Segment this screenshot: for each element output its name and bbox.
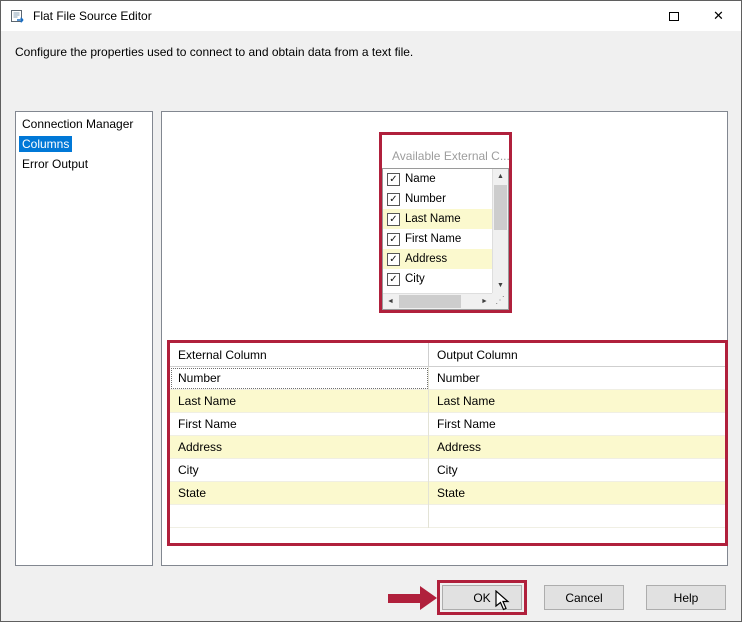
scroll-left-icon[interactable]: ◄ bbox=[383, 294, 398, 309]
sidebar-item-label: Error Output bbox=[22, 157, 89, 171]
sidebar-item-connection-manager[interactable]: Connection Manager bbox=[16, 115, 152, 135]
external-column-cell[interactable]: First Name bbox=[170, 413, 429, 436]
available-columns-grid: ✓ Name ✓ Number ✓ Last Name ✓ First Name… bbox=[382, 168, 509, 310]
horizontal-scrollbar: ◄ ► bbox=[383, 293, 492, 309]
external-column-cell[interactable]: Last Name bbox=[170, 390, 429, 413]
table-row: Last Name Last Name bbox=[170, 390, 725, 413]
column-checkbox-label: Address bbox=[405, 253, 448, 265]
checkbox-checked-icon[interactable]: ✓ bbox=[387, 272, 400, 286]
table-row: First Name First Name bbox=[170, 413, 725, 436]
checkbox-checked-icon[interactable]: ✓ bbox=[387, 172, 400, 186]
pages-list: Connection Manager Columns Error Output bbox=[15, 111, 153, 566]
external-column-cell[interactable]: State bbox=[170, 482, 429, 505]
output-column-header: Output Column bbox=[429, 343, 725, 367]
scroll-down-icon[interactable]: ▼ bbox=[493, 278, 508, 293]
scroll-right-icon[interactable]: ► bbox=[477, 294, 492, 309]
sidebar-item-label: Connection Manager bbox=[22, 117, 134, 131]
output-column-cell[interactable]: State bbox=[429, 482, 725, 505]
maximize-icon bbox=[668, 11, 679, 21]
table-row: State State bbox=[170, 482, 725, 505]
maximize-button[interactable] bbox=[651, 1, 696, 31]
table-row: Address Address bbox=[170, 436, 725, 459]
cancel-button[interactable]: Cancel bbox=[544, 585, 624, 610]
available-columns-header: Available External C... bbox=[392, 149, 509, 163]
checkbox-checked-icon[interactable]: ✓ bbox=[387, 212, 400, 226]
vertical-scrollbar-thumb[interactable] bbox=[494, 185, 507, 230]
output-column-cell[interactable]: Address bbox=[429, 436, 725, 459]
column-row-name[interactable]: ✓ Name bbox=[383, 169, 492, 189]
sidebar-item-columns[interactable]: Columns bbox=[16, 135, 152, 155]
column-checkbox-label: Name bbox=[405, 173, 436, 185]
output-column-cell[interactable]: City bbox=[429, 459, 725, 482]
output-column-cell[interactable]: Number bbox=[429, 367, 725, 390]
output-column-cell[interactable]: First Name bbox=[429, 413, 725, 436]
resize-grip-icon[interactable]: ⋰ bbox=[492, 293, 508, 309]
sidebar-item-label: Columns bbox=[19, 136, 73, 152]
available-columns-rows: ✓ Name ✓ Number ✓ Last Name ✓ First Name… bbox=[383, 169, 492, 293]
table-row: City City bbox=[170, 459, 725, 482]
flat-file-source-icon bbox=[10, 8, 26, 24]
column-row-city[interactable]: ✓ City bbox=[383, 269, 492, 289]
close-icon: ✕ bbox=[713, 8, 724, 23]
cursor-icon bbox=[495, 589, 510, 616]
ok-button[interactable]: OK bbox=[442, 585, 522, 610]
checkbox-checked-icon[interactable]: ✓ bbox=[387, 232, 400, 246]
help-button[interactable]: Help bbox=[646, 585, 726, 610]
column-mapping-table: External Column Output Column Number Num… bbox=[167, 340, 728, 546]
external-column-cell[interactable] bbox=[170, 505, 429, 528]
annotation-arrow-head bbox=[420, 586, 437, 610]
available-external-columns-list: Available External C... ✓ Name ✓ Number … bbox=[379, 132, 512, 313]
output-column-cell[interactable] bbox=[429, 505, 725, 528]
horizontal-scrollbar-thumb[interactable] bbox=[399, 295, 461, 308]
column-checkbox-label: First Name bbox=[405, 233, 462, 245]
scroll-up-icon[interactable]: ▲ bbox=[493, 169, 508, 184]
column-row-first-name[interactable]: ✓ First Name bbox=[383, 229, 492, 249]
flat-file-source-editor-dialog: Flat File Source Editor ✕ Configure the … bbox=[0, 0, 742, 622]
close-button[interactable]: ✕ bbox=[696, 1, 741, 31]
title-bar: Flat File Source Editor ✕ bbox=[1, 1, 741, 31]
column-checkbox-label: City bbox=[405, 273, 425, 285]
column-row-number[interactable]: ✓ Number bbox=[383, 189, 492, 209]
vertical-scrollbar: ▲ ▼ bbox=[492, 169, 508, 293]
checkbox-checked-icon[interactable]: ✓ bbox=[387, 252, 400, 266]
table-row: Number Number bbox=[170, 367, 725, 390]
output-column-cell[interactable]: Last Name bbox=[429, 390, 725, 413]
column-row-last-name[interactable]: ✓ Last Name bbox=[383, 209, 492, 229]
table-row-empty bbox=[170, 505, 725, 528]
column-checkbox-label: Last Name bbox=[405, 213, 461, 225]
external-column-cell[interactable]: Address bbox=[170, 436, 429, 459]
external-column-cell[interactable]: Number bbox=[170, 367, 429, 390]
dialog-description: Configure the properties used to connect… bbox=[15, 45, 414, 59]
column-checkbox-label: Number bbox=[405, 193, 446, 205]
checkbox-checked-icon[interactable]: ✓ bbox=[387, 192, 400, 206]
external-column-header: External Column bbox=[170, 343, 429, 367]
window-title: Flat File Source Editor bbox=[33, 9, 152, 23]
sidebar-item-error-output[interactable]: Error Output bbox=[16, 155, 152, 175]
external-column-cell[interactable]: City bbox=[170, 459, 429, 482]
annotation-arrow bbox=[388, 594, 420, 603]
column-row-address[interactable]: ✓ Address bbox=[383, 249, 492, 269]
